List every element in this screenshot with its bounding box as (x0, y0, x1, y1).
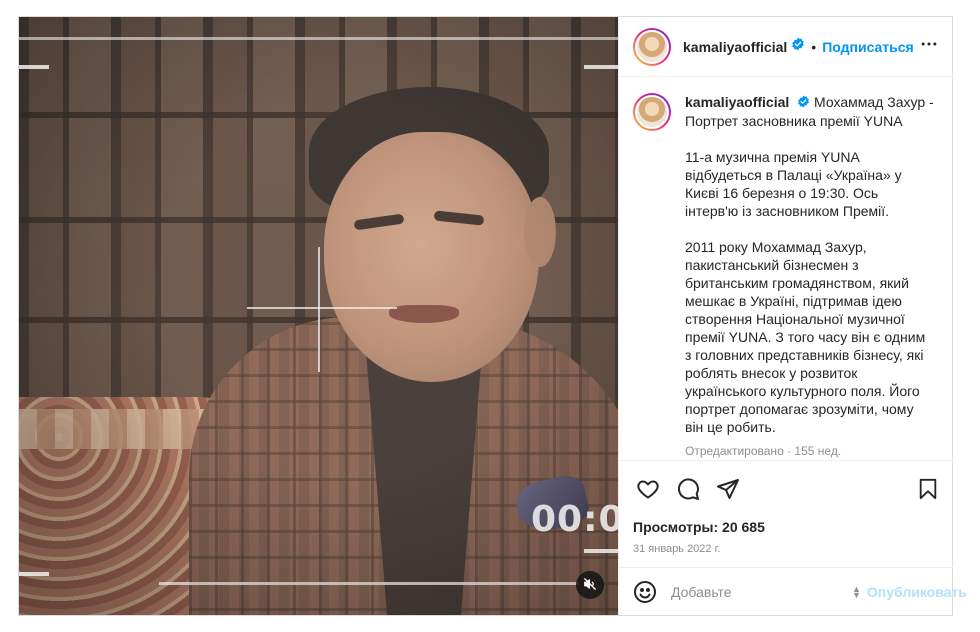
viewfinder-line (19, 65, 49, 69)
post-date[interactable]: 31 январь 2022 г. (633, 543, 939, 555)
emoji-button[interactable] (633, 578, 657, 606)
viewfinder-line (584, 65, 618, 69)
viewfinder-line (19, 37, 618, 40)
caption-row: kamaliyaofficial Мохаммад Захур - Портре… (633, 93, 939, 460)
video-timecode: 00:0 (531, 499, 618, 540)
viewfinder-line (584, 549, 618, 553)
edited-label: Отредактировано (685, 444, 784, 459)
verified-badge-icon (797, 94, 810, 112)
mute-button[interactable] (576, 571, 604, 599)
viewfinder-line (159, 582, 579, 585)
comment-bubble-icon (677, 478, 699, 500)
post-side-panel: kamaliyaofficial • Подписаться kamaliyao… (618, 17, 967, 615)
add-comment-bar: ▲▼ Опубликовать (619, 567, 967, 615)
post-age[interactable]: 155 нед. (794, 444, 841, 458)
viewfinder-crosshair (318, 247, 320, 372)
smiley-icon (634, 580, 656, 603)
like-button[interactable] (633, 474, 663, 504)
more-options-button[interactable] (919, 34, 939, 59)
more-horizontal-icon (921, 42, 937, 46)
author-username[interactable]: kamaliyaofficial (683, 39, 787, 55)
paper-plane-icon (717, 479, 739, 499)
caption-area: kamaliyaofficial Мохаммад Захур - Портре… (619, 77, 953, 460)
caption-text: kamaliyaofficial Мохаммад Захур - Портре… (685, 93, 935, 460)
instagram-post: 00:0 kamaliyaofficial • Подписаться kama… (18, 16, 967, 616)
save-button[interactable] (913, 474, 943, 504)
caption-avatar[interactable] (633, 93, 671, 131)
publish-button[interactable]: Опубликовать (867, 584, 967, 600)
follow-button[interactable]: Подписаться (822, 39, 914, 55)
caption-paragraph: 2011 року Мохаммад Захур, пакистанський … (685, 239, 926, 436)
caption-paragraph: 11-а музична премія YUNA відбудеться в П… (685, 149, 902, 220)
views-count[interactable]: Просмотры: 20 685 (633, 519, 939, 535)
bookmark-icon (919, 478, 937, 500)
post-header: kamaliyaofficial • Подписаться (619, 17, 953, 77)
avatar[interactable] (633, 27, 671, 66)
comment-button[interactable] (673, 474, 703, 504)
action-icons (633, 471, 939, 507)
heart-icon (637, 480, 659, 499)
viewfinder-crosshair (247, 307, 397, 309)
share-button[interactable] (713, 474, 743, 504)
verified-badge-icon (791, 37, 805, 56)
comment-input[interactable] (671, 583, 852, 600)
expand-icon[interactable]: ▲ ▼ (852, 584, 861, 600)
caption-meta: Отредактировано · 155 нед. (685, 444, 842, 459)
video-player[interactable]: 00:0 (19, 17, 618, 615)
speaker-muted-icon (583, 577, 597, 594)
caption-author[interactable]: kamaliyaofficial (685, 94, 789, 110)
viewfinder-line (19, 572, 49, 576)
separator-dot: • (811, 38, 817, 55)
avatar-image (635, 29, 669, 64)
post-actions: Просмотры: 20 685 31 январь 2022 г. (619, 460, 953, 583)
avatar-image (635, 95, 669, 129)
